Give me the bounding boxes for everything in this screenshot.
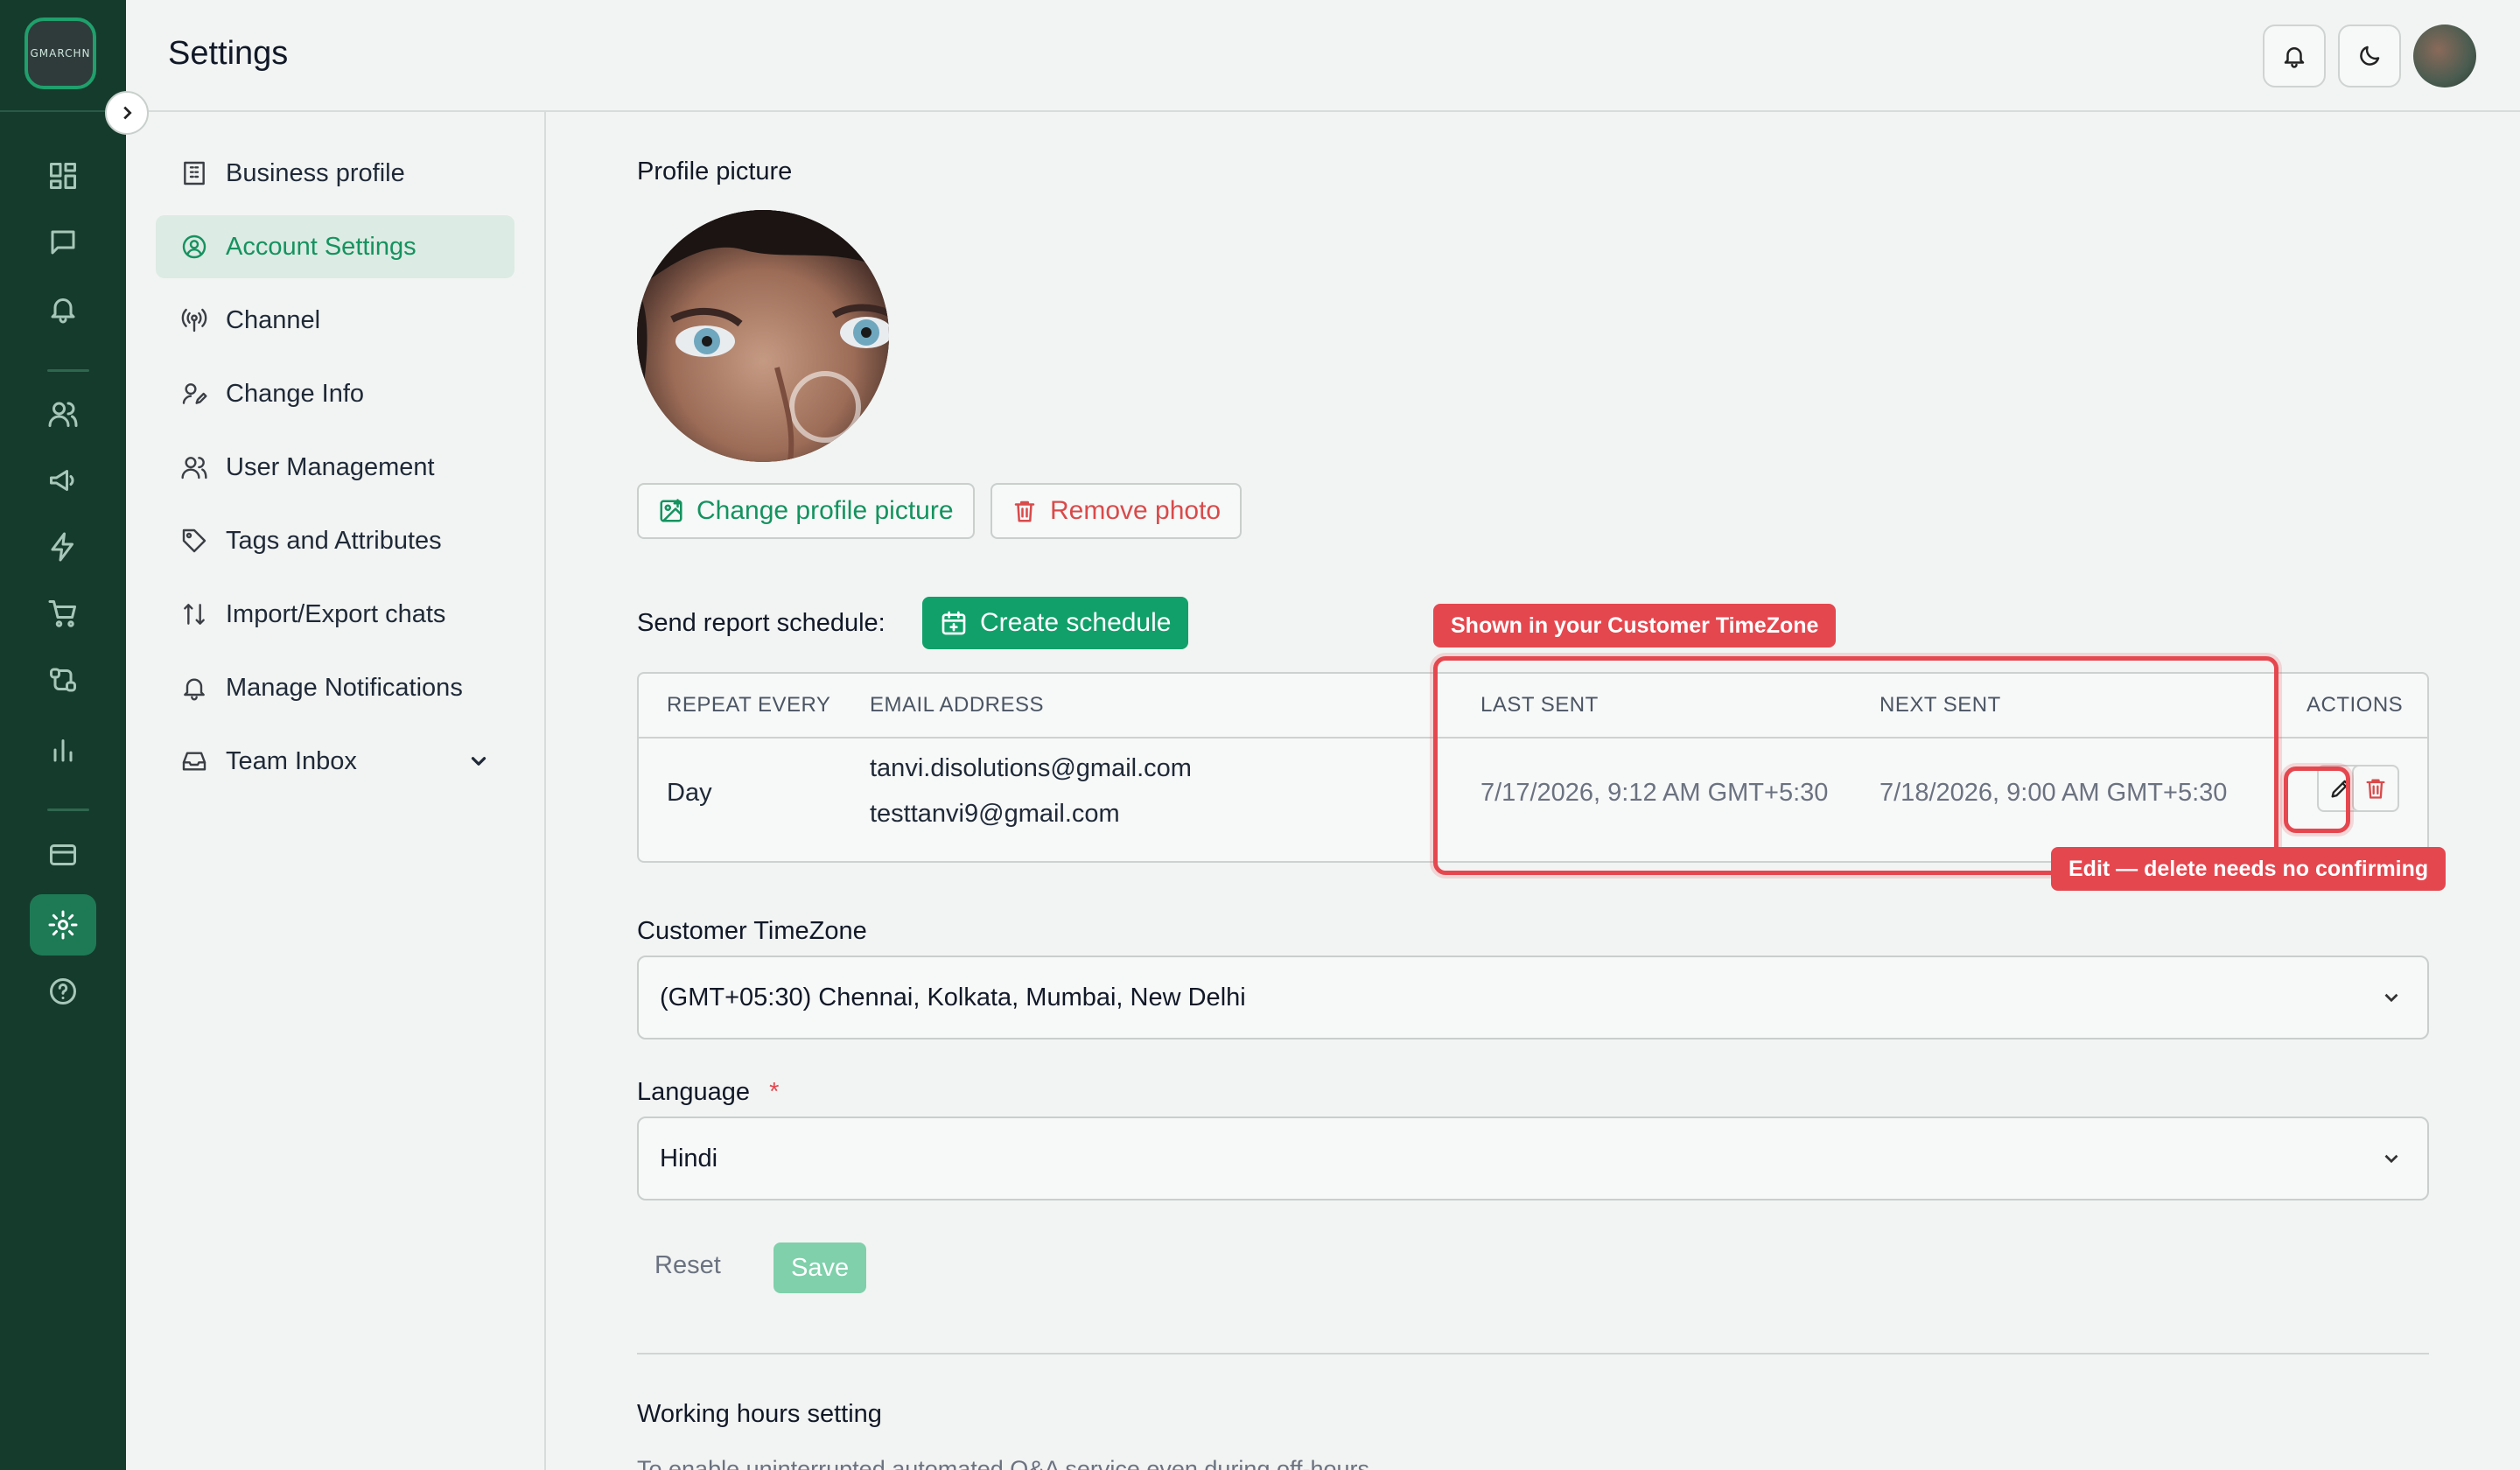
building-icon (184, 161, 205, 186)
column-actions: ACTIONS (2306, 693, 2404, 717)
timezone-annotation: Shown in your Customer TimeZone (1433, 604, 1837, 648)
required-mark: * (769, 1078, 780, 1106)
app-logo[interactable]: GMARCHN (24, 18, 96, 89)
cart-icon[interactable] (30, 583, 96, 644)
image-plus-icon (660, 499, 682, 522)
section-divider (637, 1353, 2429, 1354)
column-email-address: EMAIL ADDRESS (870, 693, 1045, 717)
contacts-icon[interactable] (30, 383, 96, 444)
expand-sidebar-button[interactable] (105, 91, 149, 135)
sidebar-item-user-management[interactable]: User Management (156, 436, 514, 499)
chevron-down-icon[interactable] (467, 750, 490, 773)
tag-icon (182, 528, 206, 553)
language-label: Language * (637, 1078, 780, 1106)
trash-icon (2366, 779, 2385, 799)
rail-divider (47, 369, 89, 372)
chevron-down-icon (2384, 993, 2398, 1003)
profile-photo (637, 210, 889, 462)
moon-icon (2360, 46, 2380, 66)
language-select[interactable]: Hindi (637, 1116, 2429, 1200)
user-edit-icon (182, 383, 207, 404)
remove-photo-button[interactable]: Remove photo (990, 483, 1242, 539)
broadcast-icon (181, 308, 207, 332)
sidebar-item-channel[interactable]: Channel (156, 289, 514, 352)
sidebar-item-change-info[interactable]: Change Info (156, 362, 514, 425)
chevron-right-icon (123, 106, 132, 120)
chevron-down-icon (2384, 1154, 2398, 1164)
email-cell: testtanvi9@gmail.com (870, 800, 1120, 828)
repeat-cell: Day (667, 779, 712, 807)
user-avatar[interactable] (2413, 24, 2476, 88)
page-title: Settings (168, 35, 289, 72)
bell-icon (2284, 47, 2305, 68)
bell-icon (184, 678, 205, 701)
delete-schedule-button[interactable] (2352, 765, 2399, 812)
working-hours-heading: Working hours setting (637, 1400, 882, 1428)
inbox-icon (182, 752, 206, 771)
analytics-icon[interactable] (30, 719, 96, 780)
chat-icon[interactable] (30, 212, 96, 273)
actions-highlight (2284, 766, 2350, 833)
bell-icon[interactable] (30, 278, 96, 340)
calendar-plus-icon (942, 611, 966, 635)
sidebar-item-manage-notifications[interactable]: Manage Notifications (156, 656, 514, 719)
profile-picture-heading: Profile picture (637, 158, 793, 186)
theme-toggle-button[interactable] (2338, 24, 2401, 88)
timezone-highlight (1433, 656, 2278, 875)
settings-sidebar: Business profile Account Settings Channe… (126, 112, 546, 1470)
left-rail: GMARCHN (0, 0, 149, 1470)
help-icon[interactable] (30, 961, 96, 1022)
trash-icon (1014, 500, 1035, 522)
bolt-icon[interactable] (30, 516, 96, 578)
top-bar: Settings (126, 0, 2520, 112)
sidebar-item-import-export-chats[interactable]: Import/Export chats (156, 583, 514, 646)
profile-photo-image (637, 210, 889, 462)
sidebar-item-business-profile[interactable]: Business profile (156, 142, 514, 205)
column-repeat-every: REPEAT EVERY (667, 693, 831, 717)
customer-timezone-label: Customer TimeZone (637, 917, 867, 945)
integrations-icon[interactable] (30, 649, 96, 710)
reset-button[interactable]: Reset (654, 1251, 721, 1280)
sidebar-item-account-settings[interactable]: Account Settings (156, 215, 514, 278)
rail-divider (47, 808, 89, 811)
send-report-schedule-label: Send report schedule: (637, 609, 886, 637)
working-hours-description: To enable uninterrupted automated Q&A se… (637, 1456, 1370, 1470)
settings-icon[interactable] (30, 894, 96, 956)
actions-annotation: Edit — delete needs no confirming (2051, 847, 2446, 891)
email-cell: tanvi.disolutions@gmail.com (870, 754, 1192, 782)
sidebar-item-team-inbox[interactable]: Team Inbox (156, 730, 514, 793)
notifications-button[interactable] (2263, 24, 2326, 88)
save-button[interactable]: Save (774, 1242, 867, 1293)
change-profile-picture-button[interactable]: Change profile picture (637, 483, 975, 539)
megaphone-icon[interactable] (30, 450, 96, 511)
sidebar-item-tags-and-attributes[interactable]: Tags and Attributes (156, 509, 514, 572)
dashboard-icon[interactable] (30, 145, 96, 206)
user-circle-icon (182, 234, 206, 259)
sort-arrows-icon (184, 604, 205, 625)
customer-timezone-select[interactable]: (GMT+05:30) Chennai, Kolkata, Mumbai, Ne… (637, 956, 2429, 1040)
billing-icon[interactable] (30, 824, 96, 886)
users-icon (181, 457, 207, 480)
create-schedule-button[interactable]: Create schedule (922, 597, 1189, 649)
